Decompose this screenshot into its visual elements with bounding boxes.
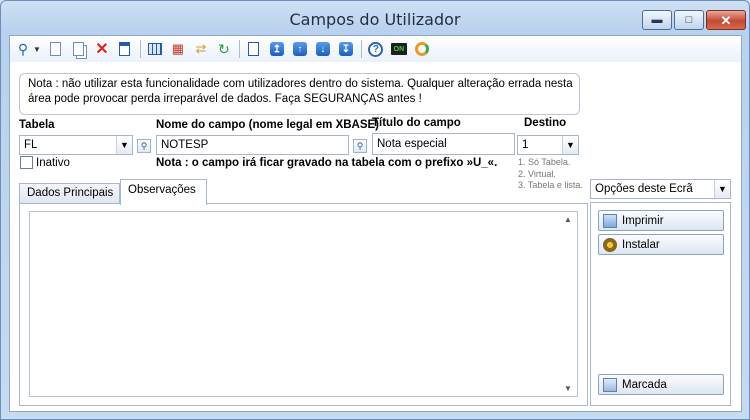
sync-icon[interactable] xyxy=(413,40,431,58)
imprimir-button[interactable]: Imprimir xyxy=(598,210,724,231)
tabela-value: FL xyxy=(24,139,38,151)
inativo-checkbox[interactable] xyxy=(20,156,33,169)
minimize-icon: ▬ xyxy=(651,13,663,26)
maximize-button[interactable]: □ xyxy=(674,10,704,30)
toolbar-separator xyxy=(139,40,141,58)
on-icon[interactable]: ON xyxy=(390,40,408,58)
table-icon[interactable] xyxy=(146,40,164,58)
titulo-field[interactable]: Nota especial xyxy=(372,133,515,155)
prefix-note: Nota : o campo irá ficar gravado na tabe… xyxy=(156,157,498,169)
marked-icon xyxy=(603,377,617,392)
destino-hints: 1. Só Tabela. 2. Virtual. 3. Tabela e li… xyxy=(518,157,583,192)
move-bottom-icon[interactable]: ↧ xyxy=(337,40,355,58)
chevron-down-icon[interactable]: ▼ xyxy=(562,136,578,154)
tabela-label: Tabela xyxy=(19,119,55,131)
destino-hint-2: 2. Virtual. xyxy=(518,168,556,179)
nome-field[interactable]: NOTESP xyxy=(156,135,349,155)
swap-icon[interactable]: ⇄ xyxy=(192,40,210,58)
nome-value: NOTESP xyxy=(161,139,209,151)
options-select-value: Opções deste Ecrã xyxy=(595,183,693,195)
maximize-icon: □ xyxy=(685,13,693,26)
tab-dados-principais[interactable]: Dados Principais xyxy=(19,183,120,204)
delete-icon[interactable]: ✕ xyxy=(93,40,111,58)
new-document-icon[interactable] xyxy=(47,40,65,58)
properties-icon[interactable] xyxy=(116,40,134,58)
chevron-down-icon[interactable]: ▼ xyxy=(116,136,132,154)
marcada-button[interactable]: Marcada xyxy=(598,374,724,395)
minimize-button[interactable]: ▬ xyxy=(642,10,672,30)
scroll-up-icon[interactable]: ▲ xyxy=(564,215,572,224)
destino-hint-3: 3. Tabela e lista. xyxy=(518,180,583,190)
move-up-icon[interactable]: ↑ xyxy=(291,40,309,58)
title-bar: Campos do Utilizador ▬ □ ✕ xyxy=(1,1,749,35)
search-icon[interactable]: ⚲ xyxy=(14,40,32,58)
imprimir-label: Imprimir xyxy=(622,214,664,227)
options-select[interactable]: Opções deste Ecrã xyxy=(590,179,731,199)
tab-observacoes[interactable]: Observações xyxy=(120,179,207,205)
options-panel: Imprimir Instalar Marcada xyxy=(590,202,731,406)
app-window: Campos do Utilizador ▬ □ ✕ ⚲ ▼ ✕ ▦ ⇄ ↻ ↥… xyxy=(0,0,750,420)
printer-icon xyxy=(603,213,617,228)
toolbar-separator xyxy=(238,40,240,58)
instalar-button[interactable]: Instalar xyxy=(598,234,724,255)
inativo-label: Inativo xyxy=(36,157,70,169)
warning-note: Nota : não utilizar esta funcionalidade … xyxy=(19,73,580,115)
preview-icon[interactable] xyxy=(245,40,263,58)
observacoes-panel: ▲ ▼ xyxy=(19,203,588,406)
close-icon: ✕ xyxy=(720,12,732,28)
destino-value: 1 xyxy=(522,139,529,151)
search-dropdown-icon[interactable]: ▼ xyxy=(33,45,41,54)
instalar-label: Instalar xyxy=(622,238,660,251)
move-top-icon[interactable]: ↥ xyxy=(268,40,286,58)
client-area: ⚲ ▼ ✕ ▦ ⇄ ↻ ↥ ↑ ↓ ↧ ? ON Nota : não util… xyxy=(9,35,742,412)
destino-label: Destino xyxy=(524,117,567,129)
install-icon xyxy=(603,237,617,252)
copy-document-icon[interactable] xyxy=(70,40,88,58)
tabela-lookup-icon[interactable]: ⚲ xyxy=(137,139,151,153)
nome-lookup-icon[interactable]: ⚲ xyxy=(353,139,367,153)
nome-label: Nome do campo (nome legal em XBASE) xyxy=(156,119,380,131)
refresh-icon[interactable]: ↻ xyxy=(215,40,233,58)
toolbar-separator xyxy=(360,40,362,58)
observacoes-textarea[interactable]: ▲ ▼ xyxy=(29,211,578,397)
close-button[interactable]: ✕ xyxy=(706,10,746,30)
marcada-label: Marcada xyxy=(622,378,667,391)
destino-hint-1: 1. Só Tabela. xyxy=(518,157,571,167)
vertical-scrollbar[interactable]: ▲ ▼ xyxy=(561,212,577,396)
help-icon[interactable]: ? xyxy=(367,40,385,58)
titulo-label: Título do campo xyxy=(372,117,461,129)
scroll-down-icon[interactable]: ▼ xyxy=(564,384,572,393)
titulo-value: Nota especial xyxy=(377,138,447,150)
chevron-down-icon[interactable]: ▼ xyxy=(714,180,730,198)
move-down-icon[interactable]: ↓ xyxy=(314,40,332,58)
tree-icon[interactable]: ▦ xyxy=(169,40,187,58)
toolbar: ⚲ ▼ ✕ ▦ ⇄ ↻ ↥ ↑ ↓ ↧ ? ON xyxy=(10,36,741,62)
window-title: Campos do Utilizador xyxy=(289,10,461,29)
